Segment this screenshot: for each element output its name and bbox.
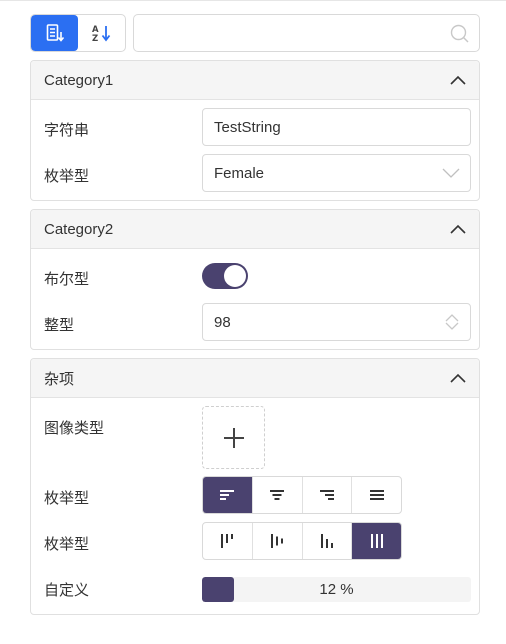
align-left-icon <box>220 490 235 500</box>
chevron-up-icon[interactable] <box>449 223 467 235</box>
bool-toggle[interactable] <box>202 263 248 289</box>
property-label: 布尔型 <box>44 271 90 288</box>
top-divider <box>0 0 506 1</box>
text-align-group <box>202 476 402 514</box>
enum-value: Female <box>214 164 265 182</box>
property-label: 图像类型 <box>44 420 105 437</box>
property-label: 自定义 <box>44 582 90 599</box>
search-icon[interactable] <box>450 24 470 48</box>
align-bottom-icon <box>320 534 333 548</box>
custom-progress-slider[interactable]: 12 % <box>202 577 471 602</box>
enum-select[interactable]: Female <box>202 154 471 192</box>
align-justify-icon <box>369 490 384 500</box>
align-bottom-button[interactable] <box>303 523 353 559</box>
sort-az-button[interactable]: A Z <box>78 15 125 51</box>
align-middle-button[interactable] <box>253 523 303 559</box>
align-right-icon <box>319 490 334 500</box>
align-stretch-button[interactable] <box>352 523 401 559</box>
search-box <box>133 14 480 52</box>
image-upload[interactable] <box>202 406 265 469</box>
progress-text: 12 % <box>319 581 354 598</box>
svg-text:Z: Z <box>92 34 98 43</box>
align-right-button[interactable] <box>303 477 353 513</box>
chevron-down-icon <box>442 168 460 178</box>
category-header-2[interactable]: Category2 <box>31 210 479 249</box>
category-header-1[interactable]: Category1 <box>31 61 479 100</box>
categorized-view-button[interactable] <box>31 15 78 51</box>
search-input[interactable] <box>134 15 434 51</box>
category-title: 杂项 <box>44 370 75 388</box>
category-title: Category2 <box>44 220 114 238</box>
category-panel-3: 杂项 图像类型 枚举型 枚举型 自定义 12 % <box>30 358 480 615</box>
string-value: TestString <box>214 118 281 136</box>
string-field[interactable]: TestString <box>202 108 471 146</box>
int-value: 98 <box>214 313 231 331</box>
toolbar: A Z <box>30 14 480 52</box>
category-header-3[interactable]: 杂项 <box>31 359 479 398</box>
vertical-align-group <box>202 522 402 560</box>
align-justify-button[interactable] <box>352 477 401 513</box>
property-label: 枚举型 <box>44 168 90 185</box>
chevron-up-icon[interactable] <box>449 74 467 86</box>
plus-icon <box>223 427 244 448</box>
category-title: Category1 <box>44 71 114 89</box>
align-center-icon <box>270 490 285 500</box>
view-mode-switch: A Z <box>30 14 126 52</box>
chevron-up-icon[interactable] <box>449 372 467 384</box>
align-stretch-icon <box>370 534 383 548</box>
align-center-button[interactable] <box>253 477 303 513</box>
property-label: 枚举型 <box>44 490 90 507</box>
int-stepper[interactable]: 98 <box>202 303 471 341</box>
toggle-knob <box>224 265 246 287</box>
stepper-arrows-icon[interactable] <box>444 313 460 331</box>
align-left-button[interactable] <box>203 477 253 513</box>
align-top-icon <box>221 534 234 548</box>
property-label: 字符串 <box>44 122 90 139</box>
sort-az-icon: A Z <box>92 25 110 43</box>
categorized-view-icon <box>46 24 64 42</box>
property-label: 枚举型 <box>44 536 90 553</box>
property-label: 整型 <box>44 317 75 334</box>
align-middle-icon <box>271 534 284 548</box>
align-top-button[interactable] <box>203 523 253 559</box>
category-panel-2: Category2 布尔型 整型 98 <box>30 209 480 350</box>
category-panel-1: Category1 字符串 TestString 枚举型 Female <box>30 60 480 201</box>
